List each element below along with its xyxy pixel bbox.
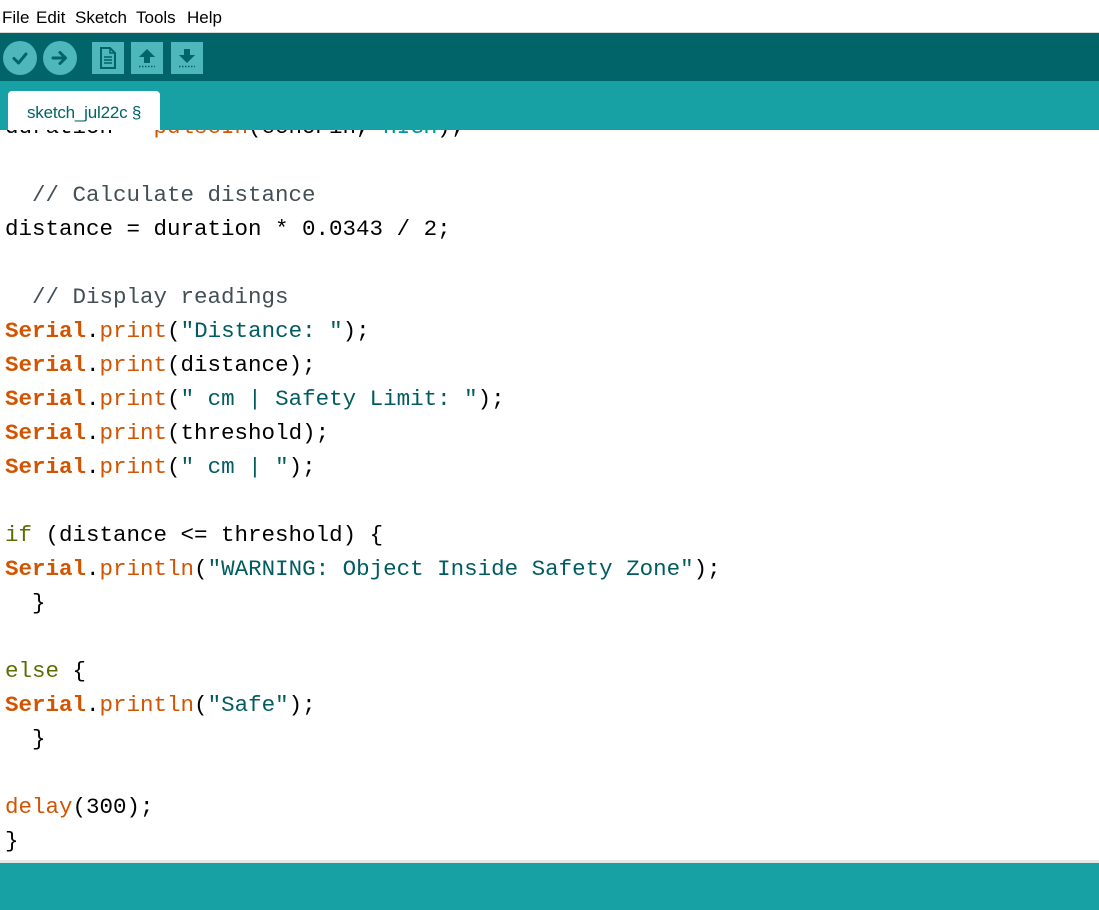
tab-label: sketch_jul22c § [27, 103, 142, 122]
upload-button[interactable] [43, 41, 77, 75]
arrow-right-icon [51, 51, 67, 65]
code-line: else { [5, 658, 87, 684]
code-line: Serial.print(" cm | "); [5, 454, 316, 480]
code-line: Serial.print("Distance: "); [5, 318, 370, 344]
tab-strip: sketch_jul22c § [0, 81, 1099, 130]
code-line: } [5, 726, 46, 752]
code-line: } [5, 590, 46, 616]
open-button[interactable] [131, 42, 163, 74]
code-line: // Calculate distance [5, 182, 316, 208]
tab-sketch[interactable]: sketch_jul22c § [8, 91, 160, 130]
code-line: } [5, 828, 19, 854]
code-line: Serial.println("Safe"); [5, 692, 316, 718]
code-line: Serial.print(distance); [5, 352, 316, 378]
code-line: Serial.print(" cm | Safety Limit: "); [5, 386, 505, 412]
code-line: Serial.println("WARNING: Object Inside S… [5, 556, 721, 582]
verify-button[interactable] [3, 41, 37, 75]
code-line: Serial.print(threshold); [5, 420, 330, 446]
arrow-up-icon [139, 49, 155, 68]
menu-edit[interactable]: Edit [36, 8, 65, 28]
code-line: duration = pulseIn(echoPin, HIGH); [5, 130, 464, 144]
checkmark-icon [12, 52, 28, 65]
menu-bar: File Edit Sketch Tools Help [0, 0, 1099, 33]
code-editor[interactable]: duration = pulseIn(echoPin, HIGH); // Ca… [0, 130, 1099, 860]
menu-sketch[interactable]: Sketch [75, 8, 127, 28]
code-line: // Display readings [5, 284, 289, 310]
menu-tools[interactable]: Tools [136, 8, 176, 28]
arrow-down-icon [179, 49, 195, 68]
toolbar [0, 33, 1099, 81]
new-sketch-button[interactable] [92, 42, 124, 74]
code-line: delay(300); [5, 794, 154, 820]
code-line: distance = duration * 0.0343 / 2; [5, 216, 451, 242]
document-icon [100, 47, 116, 69]
menu-help[interactable]: Help [187, 8, 222, 28]
status-bar [0, 863, 1099, 910]
code-line: if (distance <= threshold) { [5, 522, 384, 548]
save-button[interactable] [171, 42, 203, 74]
menu-file[interactable]: File [2, 8, 29, 28]
